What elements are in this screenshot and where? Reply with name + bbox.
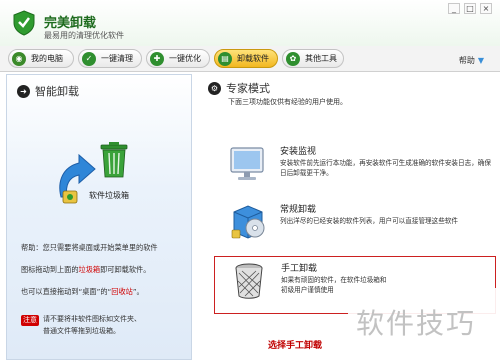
gear-circle-icon: ⚙ — [208, 81, 221, 95]
smart-uninstall-panel: ➜ 智能卸载 软件垃圾箱 帮助：您只需要将桌面或开始菜单里的软件 图标拖动到上面… — [6, 74, 192, 360]
minimize-button[interactable]: _ — [448, 3, 460, 14]
recycle-bin-highlight: 回收站 — [111, 287, 133, 296]
trash-highlight: 垃圾箱 — [78, 265, 101, 274]
smart-uninstall-heading: ➜ 智能卸载 — [17, 83, 79, 99]
help-text-segment: 即可卸载软件。 — [100, 265, 151, 274]
watermark-text: 软件技巧 — [356, 307, 477, 340]
help-line: 帮助：您只需要将桌面或开始菜单里的软件 — [21, 243, 158, 252]
warning-note: 注意 请不要将非软件图标如文件夹、 普通文件等拖到垃圾箱。 — [21, 313, 141, 337]
app-window: 完美卸载 最易用的清理优化软件 _ □ × ◉ 我的电脑 ✓ 一键清理 ✚ 一键… — [0, 0, 500, 360]
expert-mode-heading: ⚙ 专家模式 — [208, 80, 270, 96]
main-toolbar: ◉ 我的电脑 ✓ 一键清理 ✚ 一键优化 ▤ 卸载软件 ✿ 其他工具 帮助 ▼ — [0, 46, 500, 72]
app-subtitle: 最易用的清理优化软件 — [44, 31, 124, 40]
tab-label: 一键清理 — [101, 54, 133, 63]
tab-one-click-clean[interactable]: ✓ 一键清理 — [78, 49, 142, 68]
tab-label: 我的电脑 — [31, 54, 63, 63]
tab-one-click-optimize[interactable]: ✚ 一键优化 — [146, 49, 210, 68]
tab-uninstall-software[interactable]: ▤ 卸载软件 — [214, 49, 278, 68]
software-box-icon — [231, 205, 265, 239]
broom-icon: ✓ — [82, 51, 96, 66]
help-text-segment: 也可以直接拖动到“桌面”的“ — [21, 287, 112, 296]
select-manual-uninstall-caption: 选择手工卸载 — [268, 341, 323, 351]
help-text-segment: 图标拖动到上面的 — [21, 265, 79, 274]
help-link[interactable]: 帮助 ▼ — [459, 55, 484, 66]
restore-button[interactable]: □ — [464, 3, 476, 14]
tab-label: 其他工具 — [305, 54, 337, 63]
warning-badge: 注意 — [21, 315, 39, 326]
help-label: 帮助 — [458, 56, 475, 65]
tools-icon: ✿ — [286, 51, 300, 66]
tab-other-tools[interactable]: ✿ 其他工具 — [282, 49, 344, 68]
help-text: 帮助：您只需要将桌面或开始菜单里的软件 图标拖动到上面的垃圾箱即可卸载软件。 也… — [21, 237, 189, 303]
help-line: 图标拖动到上面的垃圾箱即可卸载软件。 — [21, 259, 189, 281]
app-title: 完美卸载 — [44, 16, 97, 31]
uninstall-icon: ▤ — [218, 51, 232, 66]
expert-mode-title: 专家模式 — [226, 82, 270, 95]
trash-bin-caption: 软件垃圾箱 — [89, 191, 129, 200]
install-monitor-title: 安装监视 — [280, 147, 317, 157]
title-bar: 完美卸载 最易用的清理优化软件 _ □ × — [0, 0, 500, 46]
manual-uninstall-title: 手工卸载 — [281, 264, 318, 274]
close-button[interactable]: × — [480, 3, 492, 14]
normal-uninstall-desc: 列出洋尽的已经安装的软件列表，用户可以直接管理这些软件 — [280, 217, 459, 225]
chevron-down-icon: ▼ — [477, 56, 484, 65]
help-text-segment: ”。 — [132, 287, 144, 296]
smart-uninstall-title: 智能卸载 — [35, 85, 79, 98]
warning-text: 普通文件等拖到垃圾箱。 — [43, 327, 120, 335]
normal-uninstall-title: 常规卸载 — [280, 205, 317, 215]
option-normal-uninstall[interactable]: 常规卸载 列出洋尽的已经安装的软件列表，用户可以直接管理这些软件 — [214, 198, 496, 248]
wrench-icon: ✚ — [150, 51, 164, 66]
computer-icon: ◉ — [12, 51, 26, 66]
install-monitor-desc: 安装软件前先运行本功能，再安装软件可生成准确的软件安装日志，确保日后卸载更干净。 — [280, 159, 491, 177]
warning-text: 请不要将非软件图标如文件夹、 — [43, 315, 141, 323]
expert-mode-subtitle: 下面三项功能仅供有经验的用户使用。 — [228, 98, 347, 106]
arrow-circle-icon: ➜ — [17, 84, 30, 98]
tab-my-computer[interactable]: ◉ 我的电脑 — [8, 49, 74, 68]
help-line: 也可以直接拖动到“桌面”的“回收站”。 — [21, 281, 189, 303]
wastebasket-icon — [235, 263, 263, 299]
option-install-monitor[interactable]: 安装监视 安装软件前先运行本功能，再安装软件可生成准确的软件安装日志，确保日后卸… — [214, 140, 496, 190]
monitor-icon — [230, 147, 264, 180]
tab-label: 一键优化 — [169, 54, 201, 63]
tab-label: 卸载软件 — [237, 54, 269, 63]
app-logo-icon — [13, 10, 35, 36]
manual-uninstall-desc-line: 如果有顽固的软件，在软件垃圾箱和 — [281, 276, 387, 284]
